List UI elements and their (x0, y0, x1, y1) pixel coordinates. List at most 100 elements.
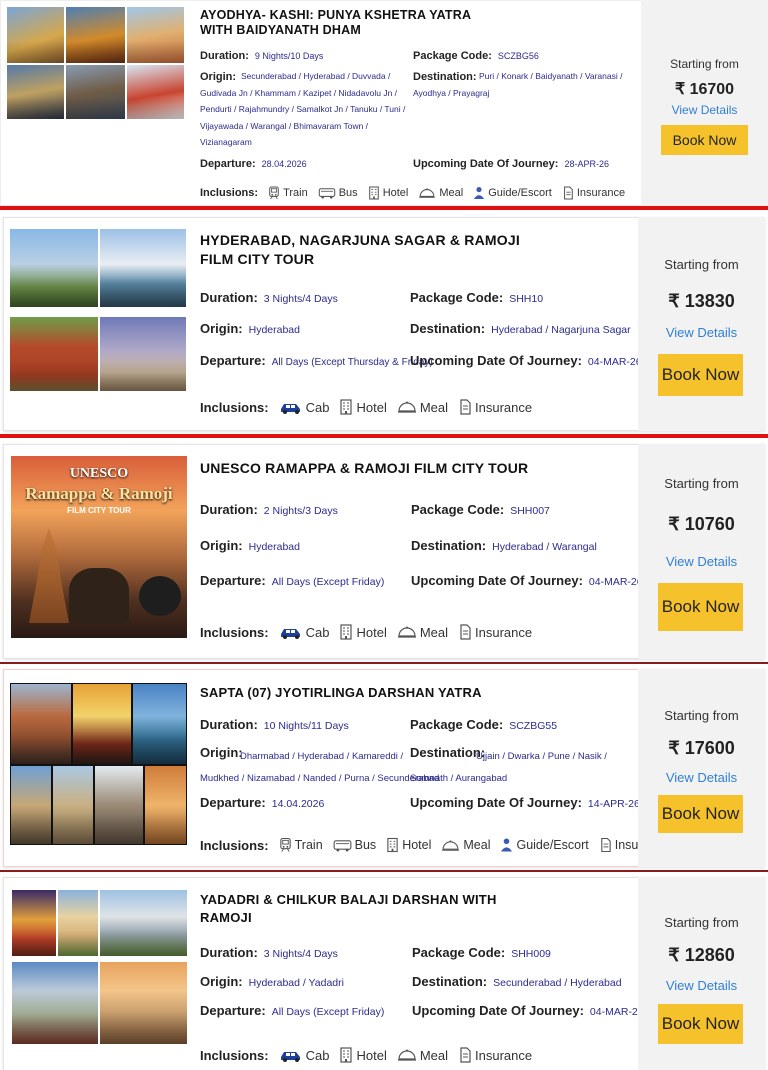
package-code-row: Package Code: SHH009 (412, 945, 551, 962)
inclusion-meal: Meal (397, 1048, 448, 1063)
package-card: UNESCO Ramappa & Ramoji FILM CITY TOUR U… (0, 441, 768, 662)
package-image[interactable] (10, 229, 186, 391)
inclusions-row: Inclusions: Cab Hotel Meal Insurance (200, 623, 542, 641)
price-panel: Starting from ₹ 16700 View Details Book … (641, 0, 768, 206)
departure-value: All Days (Except Thursday & Friday) (271, 357, 433, 368)
insurance-icon (458, 623, 472, 641)
inclusions-row: Inclusions: Cab Hotel Meal Insurance (200, 1046, 542, 1064)
inclusion-meal: Meal (418, 187, 463, 199)
package-code-value: SHH009 (511, 948, 551, 960)
photo-tile (66, 7, 125, 63)
photo-tile (100, 890, 187, 956)
destination-label: Destination: (410, 321, 486, 336)
view-details-link[interactable]: View Details (638, 325, 765, 340)
origin-value: Hyderabad (248, 324, 300, 336)
cab-icon (279, 400, 303, 414)
card-separator (0, 434, 768, 438)
package-image[interactable] (10, 683, 187, 845)
origin-label: Origin: (200, 974, 243, 989)
package-title[interactable]: UNESCO RAMAPPA & RAMOJI FILM CITY TOUR (200, 459, 528, 477)
photo-tile (11, 766, 51, 844)
package-code-label: Package Code: (410, 717, 504, 732)
package-image[interactable]: UNESCO Ramappa & Ramoji FILM CITY TOUR (11, 456, 187, 638)
inclusion-bus: Bus (318, 187, 358, 199)
upcoming-label: Upcoming Date Of Journey: (411, 573, 583, 588)
starting-from-label: Starting from (664, 476, 739, 491)
package-title[interactable]: SAPTA (07) JYOTIRLINGA DARSHAN YATRA (200, 684, 482, 702)
inclusion-bus: Bus (333, 838, 376, 852)
book-now-button[interactable]: Book Now (661, 125, 748, 155)
view-details-link[interactable]: View Details (638, 770, 765, 785)
view-details-link[interactable]: View Details (638, 554, 765, 569)
departure-row: Departure: All Days (Except Thursday & Fr… (200, 353, 433, 371)
origin-label-row: Origin: (200, 745, 243, 761)
photo-tile (145, 766, 186, 844)
cab-icon (279, 1048, 303, 1062)
train-icon (279, 837, 292, 853)
starting-from-label: Starting from (670, 57, 739, 71)
book-now-button[interactable]: Book Now (658, 795, 743, 833)
photo-tile (12, 890, 56, 956)
nandi-silhouette (69, 568, 129, 624)
inclusions-label: Inclusions: (200, 1047, 269, 1063)
inclusion-meal: Meal (397, 625, 448, 640)
upcoming-value: 14-APR-26 (587, 798, 640, 810)
inclusion-cab: Cab (279, 625, 329, 640)
departure-label: Departure: (200, 158, 256, 170)
price-value: ₹ 10760 (668, 514, 735, 534)
temple-silhouette (29, 528, 69, 623)
duration-label: Duration: (200, 945, 258, 960)
upcoming-value: 04-MAR-26 (587, 356, 642, 368)
package-title[interactable]: AYODHYA- KASHI: PUNYA KSHETRA YATRA WITH … (200, 8, 471, 38)
inclusion-cab: Cab (279, 400, 329, 415)
photo-tile (58, 890, 98, 956)
destination-value: Ujjain / Dwarka / Pune / Nasik / Somnath … (410, 751, 607, 784)
package-image[interactable] (7, 7, 184, 119)
destination-label-row: Destination: (410, 745, 485, 761)
package-code-row: Package Code: SCZBG55 (410, 717, 557, 734)
departure-value: All Days (Except Friday) (271, 1006, 385, 1018)
package-card: HYDERABAD, NAGARJUNA SAGAR & RAMOJI FILM … (0, 214, 768, 434)
photo-tile (73, 684, 131, 764)
photo-tile (7, 65, 64, 119)
origin-row: Origin: Hyderabad / Yadadri (200, 974, 344, 991)
book-now-button[interactable]: Book Now (658, 1004, 743, 1044)
duration-label: Duration: (200, 50, 249, 62)
upcoming-label: Upcoming Date Of Journey: (412, 1003, 584, 1018)
destination-value: Hyderabad / Warangal (492, 541, 597, 553)
view-details-link[interactable]: View Details (638, 978, 765, 993)
package-title[interactable]: HYDERABAD, NAGARJUNA SAGAR & RAMOJI FILM … (200, 231, 520, 269)
duration-label: Duration: (200, 717, 258, 732)
duration-label: Duration: (200, 290, 258, 305)
photo-tile (95, 766, 143, 844)
destination-label-row: Destination: (413, 68, 477, 85)
departure-value: All Days (Except Friday) (271, 576, 385, 588)
destination-label: Destination: (411, 538, 487, 553)
inclusion-meal: Meal (397, 400, 448, 415)
inclusion-hotel: Hotel (386, 837, 431, 853)
price-value: ₹ 16700 (674, 81, 735, 98)
upcoming-row: Upcoming Date Of Journey: 14-APR-26 (410, 795, 640, 812)
poster-subtitle: FILM CITY TOUR (67, 506, 131, 515)
view-details-link[interactable]: View Details (641, 103, 768, 117)
package-image[interactable] (12, 890, 187, 1044)
inclusions-label: Inclusions: (200, 187, 259, 199)
origin-label-row: Origin: (200, 68, 236, 85)
departure-value: 14.04.2026 (271, 798, 325, 810)
duration-value: 3 Nights/4 Days (263, 948, 338, 960)
starting-from-label: Starting from (664, 915, 739, 930)
origin-label: Origin: (200, 321, 243, 336)
duration-label: Duration: (200, 502, 258, 517)
package-code-label: Package Code: (410, 290, 504, 305)
package-title[interactable]: YADADRI & CHILKUR BALAJI DARSHAN WITH RAM… (200, 891, 497, 927)
inclusion-insurance: Insurance (458, 398, 532, 416)
departure-value: 28.04.2026 (261, 159, 307, 169)
duration-value: 3 Nights/4 Days (263, 293, 338, 305)
hotel-icon (339, 1046, 353, 1064)
package-code-value: SHH007 (510, 505, 550, 517)
inclusion-guide: Guide/Escort (500, 837, 589, 853)
book-now-button[interactable]: Book Now (658, 583, 743, 631)
book-now-button[interactable]: Book Now (658, 354, 743, 396)
inclusions-row: Inclusions: Train Bus Hotel Meal Guide/E… (200, 186, 635, 200)
meal-icon (418, 187, 436, 199)
